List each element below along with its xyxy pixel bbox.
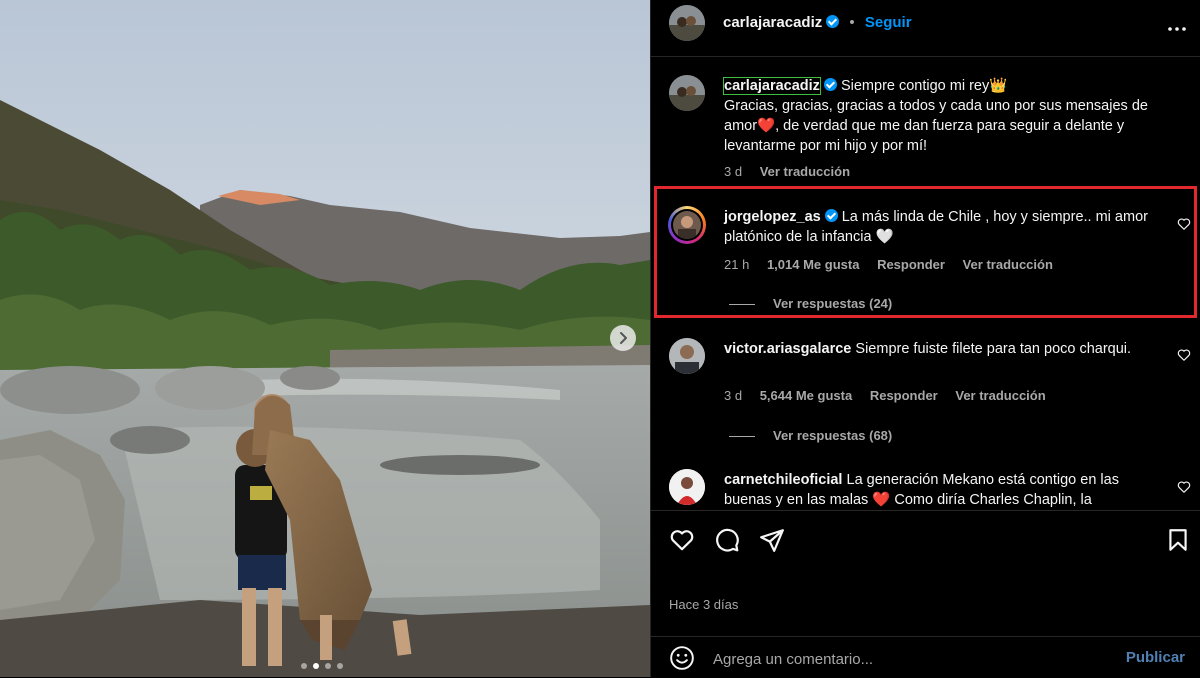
- caption-username[interactable]: carlajaracadiz: [723, 77, 821, 95]
- header-username[interactable]: carlajaracadiz: [723, 14, 822, 31]
- avatar[interactable]: [668, 206, 706, 244]
- reply-button[interactable]: Responder: [870, 388, 938, 403]
- comment-username[interactable]: victor.ariasgalarce: [724, 341, 851, 357]
- caption-time: 3 d: [724, 164, 743, 179]
- comment-item: jorgelopez_as La más linda de Chile , ho…: [651, 186, 1200, 318]
- like-comment-heart-icon[interactable]: [1177, 217, 1191, 231]
- view-replies-button[interactable]: Ver respuestas (68): [729, 428, 892, 443]
- reply-button[interactable]: Responder: [877, 257, 945, 272]
- caption-text-block: carlajaracadiz Siempre contigo mi rey👑 G…: [723, 76, 1159, 156]
- caption-text-line1: Siempre contigo mi rey👑: [840, 78, 1008, 94]
- verified-badge-icon: [826, 15, 840, 28]
- comment-text-block: carnetchileoficial La generación Mekano …: [724, 470, 1159, 510]
- comment-text: Siempre fuiste filete para tan poco char…: [855, 341, 1132, 357]
- bookmark-icon[interactable]: [1165, 527, 1191, 553]
- emoji-smiley-icon[interactable]: [669, 645, 695, 671]
- add-comment-bar: Publicar: [651, 636, 1200, 678]
- comment-username[interactable]: carnetchileoficial: [724, 472, 842, 488]
- avatar[interactable]: [669, 338, 705, 374]
- comment-icon[interactable]: [714, 527, 740, 553]
- comment-likes[interactable]: 5,644 Me gusta: [760, 388, 853, 403]
- replies-divider: [729, 436, 755, 438]
- like-comment-heart-icon[interactable]: [1177, 480, 1191, 494]
- comment-time: 3 d: [724, 388, 743, 403]
- caption-text: Gracias, gracias, gracias a todos y cada…: [724, 98, 1148, 154]
- follow-button[interactable]: Seguir: [865, 14, 912, 31]
- header-separator: •: [849, 14, 855, 31]
- post-caption: carlajaracadiz Siempre contigo mi rey👑 G…: [651, 56, 1200, 186]
- post-photo: [0, 0, 650, 677]
- carousel-dot[interactable]: [337, 663, 343, 669]
- view-replies-label: Ver respuestas (24): [773, 296, 893, 311]
- post-image: [0, 0, 650, 677]
- comment-item: victor.ariasgalarce Siempre fuiste filet…: [651, 318, 1200, 458]
- comment-likes[interactable]: 1,014 Me gusta: [767, 257, 860, 272]
- carousel-dot[interactable]: [325, 663, 331, 669]
- like-heart-icon[interactable]: [669, 527, 695, 553]
- comment-meta: 3 d 5,644 Me gusta Responder Ver traducc…: [724, 388, 1060, 403]
- carousel-dot-active[interactable]: [313, 663, 319, 669]
- carousel-dots: [301, 662, 345, 670]
- verified-badge-icon: [824, 209, 838, 222]
- comment-text-block: victor.ariasgalarce Siempre fuiste filet…: [724, 339, 1159, 359]
- comment-item: carnetchileoficial La generación Mekano …: [651, 458, 1200, 510]
- translate-link[interactable]: Ver traducción: [955, 388, 1045, 403]
- view-replies-label: Ver respuestas (68): [773, 428, 893, 443]
- caption-meta: 3 d Ver traducción: [724, 164, 864, 179]
- view-replies-button[interactable]: Ver respuestas (24): [729, 296, 892, 311]
- post-side-panel: carlajaracadiz • Seguir carlajaracadiz S…: [650, 0, 1200, 677]
- translate-link[interactable]: Ver traducción: [963, 257, 1053, 272]
- comment-text-block: jorgelopez_as La más linda de Chile , ho…: [724, 207, 1159, 247]
- chevron-right-icon: [620, 332, 627, 344]
- more-options-icon[interactable]: [1167, 19, 1187, 39]
- avatar[interactable]: [669, 469, 705, 505]
- caption-translate-link[interactable]: Ver traducción: [760, 164, 850, 179]
- verified-badge-icon: [823, 78, 837, 91]
- comment-meta: 21 h 1,014 Me gusta Responder Ver traduc…: [724, 257, 1067, 272]
- avatar[interactable]: [669, 75, 705, 111]
- post-header: carlajaracadiz • Seguir: [651, 0, 1200, 57]
- carousel-next-button[interactable]: [610, 325, 636, 351]
- publish-button[interactable]: Publicar: [1126, 649, 1185, 666]
- carousel-dot[interactable]: [301, 663, 307, 669]
- avatar[interactable]: [669, 5, 705, 41]
- post-time-ago: Hace 3 días: [669, 597, 739, 612]
- header-user: carlajaracadiz • Seguir: [723, 14, 912, 31]
- comment-time: 21 h: [724, 257, 750, 272]
- comment-username[interactable]: jorgelopez_as: [724, 209, 821, 225]
- replies-divider: [729, 304, 755, 306]
- comment-input[interactable]: [711, 646, 1095, 672]
- share-send-icon[interactable]: [759, 527, 785, 553]
- like-comment-heart-icon[interactable]: [1177, 348, 1191, 362]
